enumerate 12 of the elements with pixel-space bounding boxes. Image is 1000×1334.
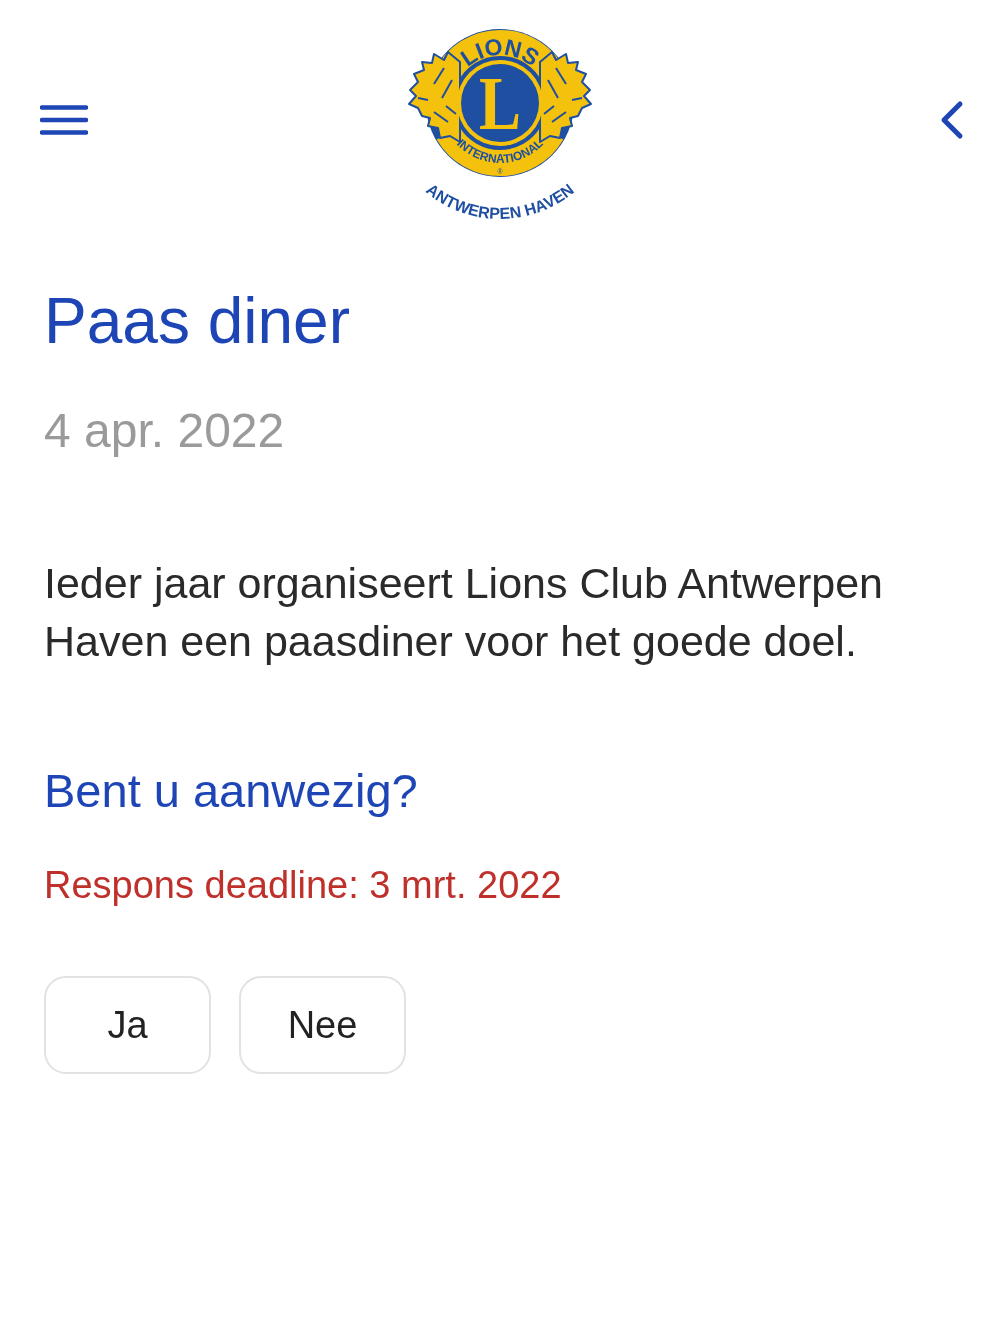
answer-button[interactable]: Nee [239,976,406,1074]
back-button[interactable] [939,100,965,140]
logo-text: LIONS [455,33,544,72]
event-date: 4 apr. 2022 [44,403,285,459]
event-title: Paas diner [44,284,350,359]
response-deadline: Respons deadline: 3 mrt. 2022 [44,863,562,908]
attendance-question: Bent u aanwezig? [44,763,418,819]
menu-icon [40,105,88,135]
menu-button[interactable] [40,105,88,135]
event-description: Ieder jaar organiseert Lions Club Antwerpen Haven een paasdiner voor het goede doel. [44,558,884,667]
back-icon [939,100,965,140]
answer-button[interactable]: Ja [44,976,211,1074]
